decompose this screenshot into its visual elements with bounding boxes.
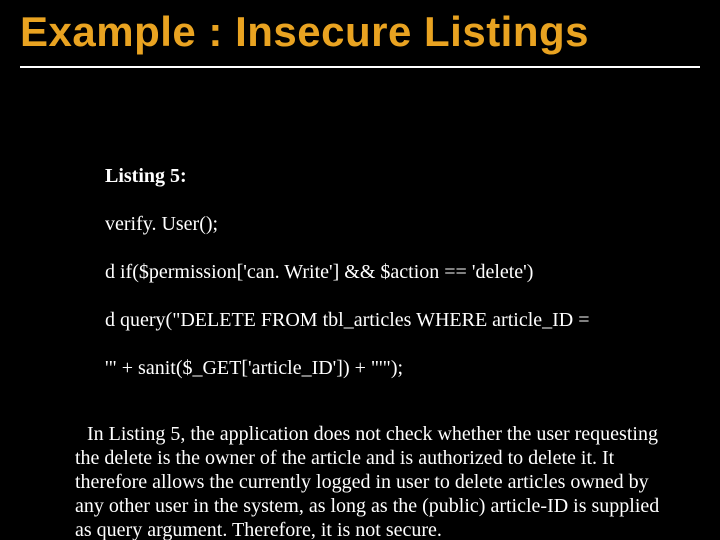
slide-title: Example : Insecure Listings <box>20 8 700 68</box>
slide-body: Listing 5: verify. User(); d if($permiss… <box>75 140 660 540</box>
code-listing: Listing 5: verify. User(); d if($permiss… <box>75 140 660 404</box>
code-line-2: d if($permission['can. Write'] && $actio… <box>105 261 533 283</box>
listing-label: Listing 5: <box>105 165 187 187</box>
code-line-1: verify. User(); <box>105 213 218 235</box>
code-line-3: d query("DELETE FROM tbl_articles WHERE … <box>105 309 590 331</box>
code-line-4: '" + sanit($_GET['article_ID']) + "'"); <box>105 357 403 379</box>
slide: Example : Insecure Listings Listing 5: v… <box>0 0 720 540</box>
explanation-paragraph: In Listing 5, the application does not c… <box>75 422 660 540</box>
